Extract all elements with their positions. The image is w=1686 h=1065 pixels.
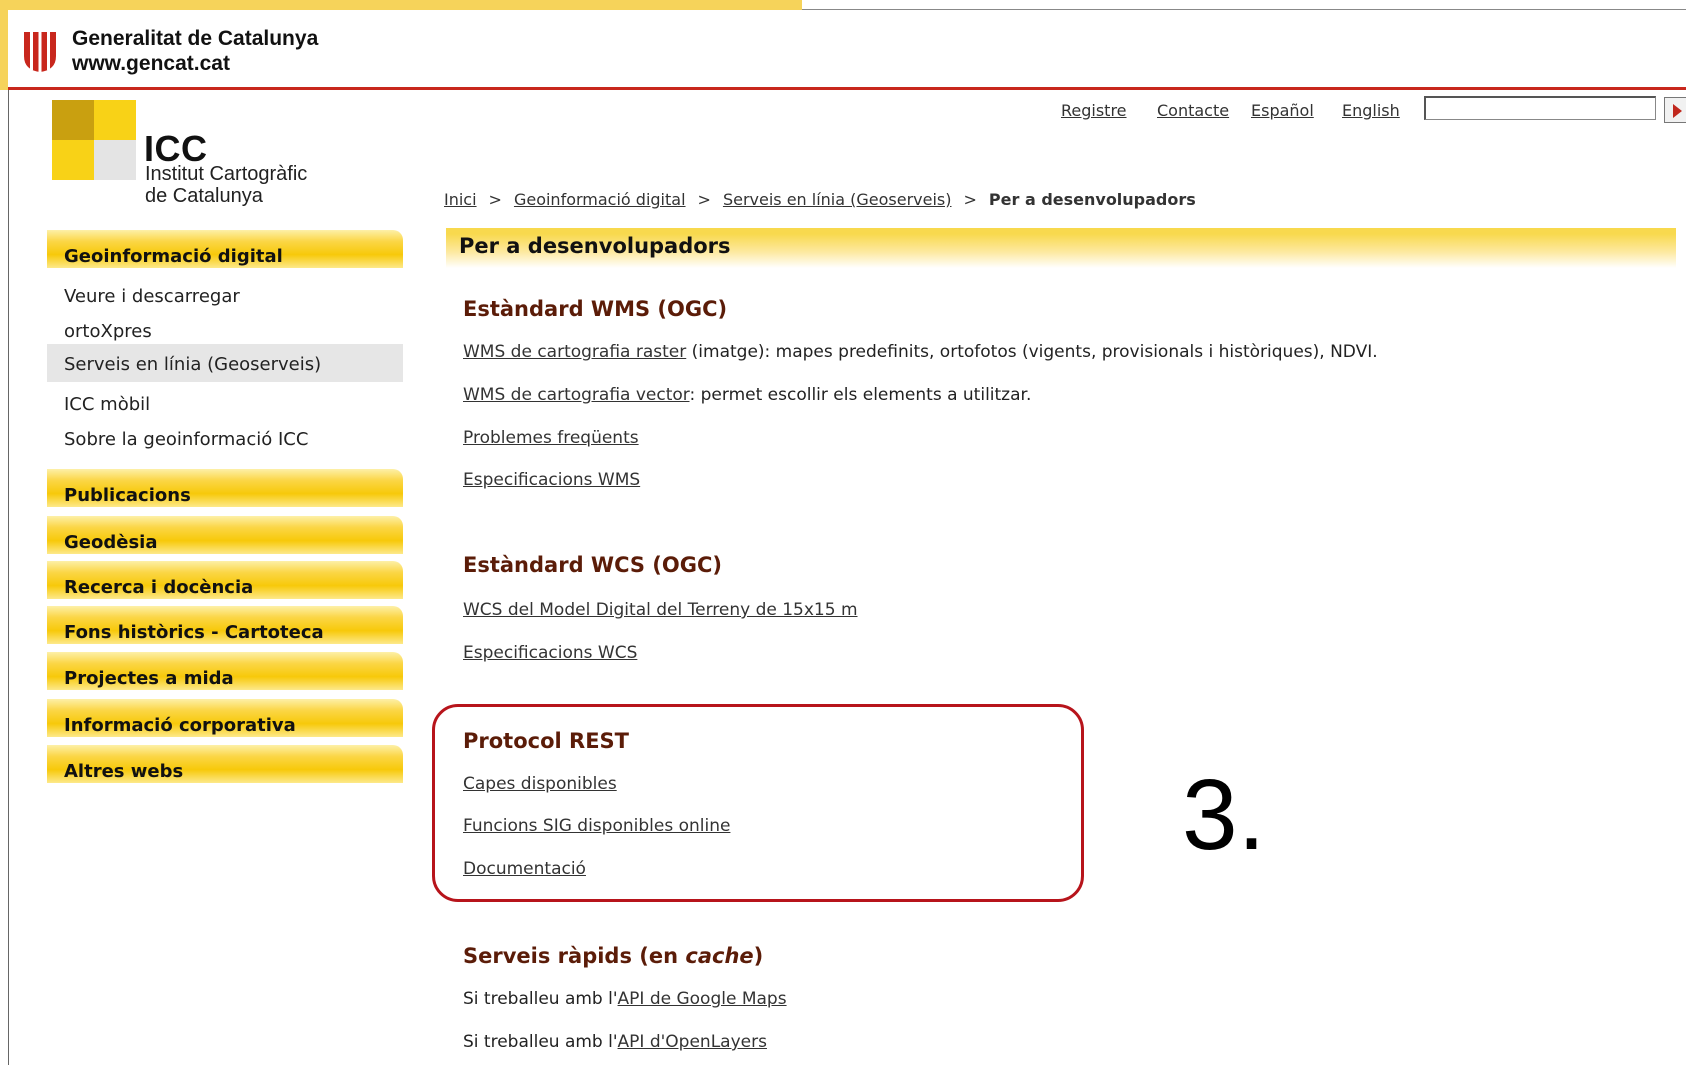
sidebar-geoinfo[interactable]: Geoinformació digital	[47, 230, 403, 268]
gencat-url: www.gencat.cat	[72, 52, 230, 75]
top-accent-bar	[0, 0, 802, 10]
rest-docs-link[interactable]: Documentació	[463, 859, 586, 879]
icc-full-name: Institut Cartogràfic de Catalunya	[145, 163, 307, 207]
wms-raster-desc: (imatge): mapes predefinits, ortofotos (…	[686, 342, 1378, 362]
cache-title-pre: Serveis ràpids (en	[463, 944, 686, 968]
sidebar-item-geoserveis[interactable]: Serveis en línia (Geoserveis)	[47, 344, 403, 382]
breadcrumb-separator: >	[697, 190, 711, 209]
sidebar-fons-historics[interactable]: Fons històrics - Cartoteca	[47, 606, 403, 644]
contact-link[interactable]: Contacte	[1157, 101, 1229, 120]
breadcrumb-geoinfo[interactable]: Geoinformació digital	[514, 190, 686, 209]
wms-vector-link[interactable]: WMS de cartografia vector	[463, 385, 690, 405]
wms-problems-link[interactable]: Problemes freqüents	[463, 428, 639, 448]
breadcrumb-current: Per a desenvolupadors	[988, 190, 1196, 209]
sidebar-item-about-geoinfo[interactable]: Sobre la geoinformació ICC	[47, 423, 403, 459]
sidebar-informacio-corporativa[interactable]: Informació corporativa	[47, 699, 403, 737]
icc-line2: de Catalunya	[145, 185, 263, 207]
rest-layers-link[interactable]: Capes disponibles	[463, 774, 617, 794]
breadcrumb-separator: >	[488, 190, 502, 209]
rest-section-title: Protocol REST	[463, 729, 629, 753]
wcs-section-title: Estàndard WCS (OGC)	[463, 553, 723, 577]
header-red-rule	[8, 87, 1686, 90]
cache-ol-prefix: Si treballeu amb l'	[463, 1032, 618, 1052]
sidebar-publicacions[interactable]: Publicacions	[47, 469, 403, 507]
rest-sig-link[interactable]: Funcions SIG disponibles online	[463, 816, 730, 836]
cache-google-line: Si treballeu amb l'API de Google Maps	[463, 989, 787, 1009]
openlayers-api-link[interactable]: API d'OpenLayers	[618, 1032, 767, 1052]
breadcrumb: Inici > Geoinformació digital > Serveis en l…	[444, 190, 1196, 209]
wms-raster-link[interactable]: WMS de cartografia raster	[463, 342, 686, 362]
cache-google-prefix: Si treballeu amb l'	[463, 989, 618, 1009]
sidebar-altres-webs[interactable]: Altres webs	[47, 745, 403, 783]
top-border-line	[802, 9, 1686, 10]
cache-title-post: )	[753, 944, 764, 968]
wms-specs-link[interactable]: Especificacions WMS	[463, 470, 640, 490]
search-go-icon[interactable]	[1664, 97, 1686, 123]
wcs-mdt-link[interactable]: WCS del Model Digital del Terreny de 15x…	[463, 600, 858, 620]
gencat-header[interactable]: Generalitat de Catalunya www.gencat.cat	[20, 26, 318, 76]
wcs-specs-link[interactable]: Especificacions WCS	[463, 643, 637, 663]
register-link[interactable]: Registre	[1061, 101, 1127, 120]
sidebar-geodesia[interactable]: Geodèsia	[47, 516, 403, 554]
wms-vector-line: WMS de cartografia vector: permet escoll…	[463, 385, 1031, 405]
google-maps-api-link[interactable]: API de Google Maps	[618, 989, 787, 1009]
sidebar-projectes[interactable]: Projectes a mida	[47, 652, 403, 690]
english-link[interactable]: English	[1342, 101, 1400, 120]
icc-line1: Institut Cartogràfic	[145, 163, 308, 185]
left-accent-bar	[0, 0, 8, 90]
sidebar-recerca[interactable]: Recerca i docència	[47, 561, 403, 599]
annotation-number: 3.	[1182, 759, 1266, 871]
icc-logo-icon[interactable]	[52, 100, 136, 180]
page-title: Per a desenvolupadors	[446, 228, 1676, 268]
breadcrumb-geoserveis[interactable]: Serveis en línia (Geoserveis)	[723, 190, 952, 209]
cache-title-em: cache	[685, 944, 754, 968]
spanish-link[interactable]: Español	[1251, 101, 1314, 120]
sidebar-item-icc-mobile[interactable]: ICC mòbil	[47, 388, 403, 424]
cache-openlayers-line: Si treballeu amb l'API d'OpenLayers	[463, 1032, 767, 1052]
left-frame-line	[8, 90, 9, 1065]
gencat-name: Generalitat de Catalunya	[72, 27, 319, 50]
breadcrumb-separator: >	[963, 190, 977, 209]
breadcrumb-home[interactable]: Inici	[444, 190, 477, 209]
wms-raster-line: WMS de cartografia raster (imatge): mape…	[463, 342, 1378, 362]
wms-vector-desc: : permet escollir els elements a utilitz…	[689, 385, 1032, 405]
search-input[interactable]	[1424, 96, 1656, 120]
sidebar-item-view-download[interactable]: Veure i descarregar	[47, 280, 403, 316]
gencat-logo-icon	[24, 32, 56, 72]
wms-section-title: Estàndard WMS (OGC)	[463, 297, 728, 321]
cache-section-title: Serveis ràpids (en cache)	[463, 944, 763, 968]
